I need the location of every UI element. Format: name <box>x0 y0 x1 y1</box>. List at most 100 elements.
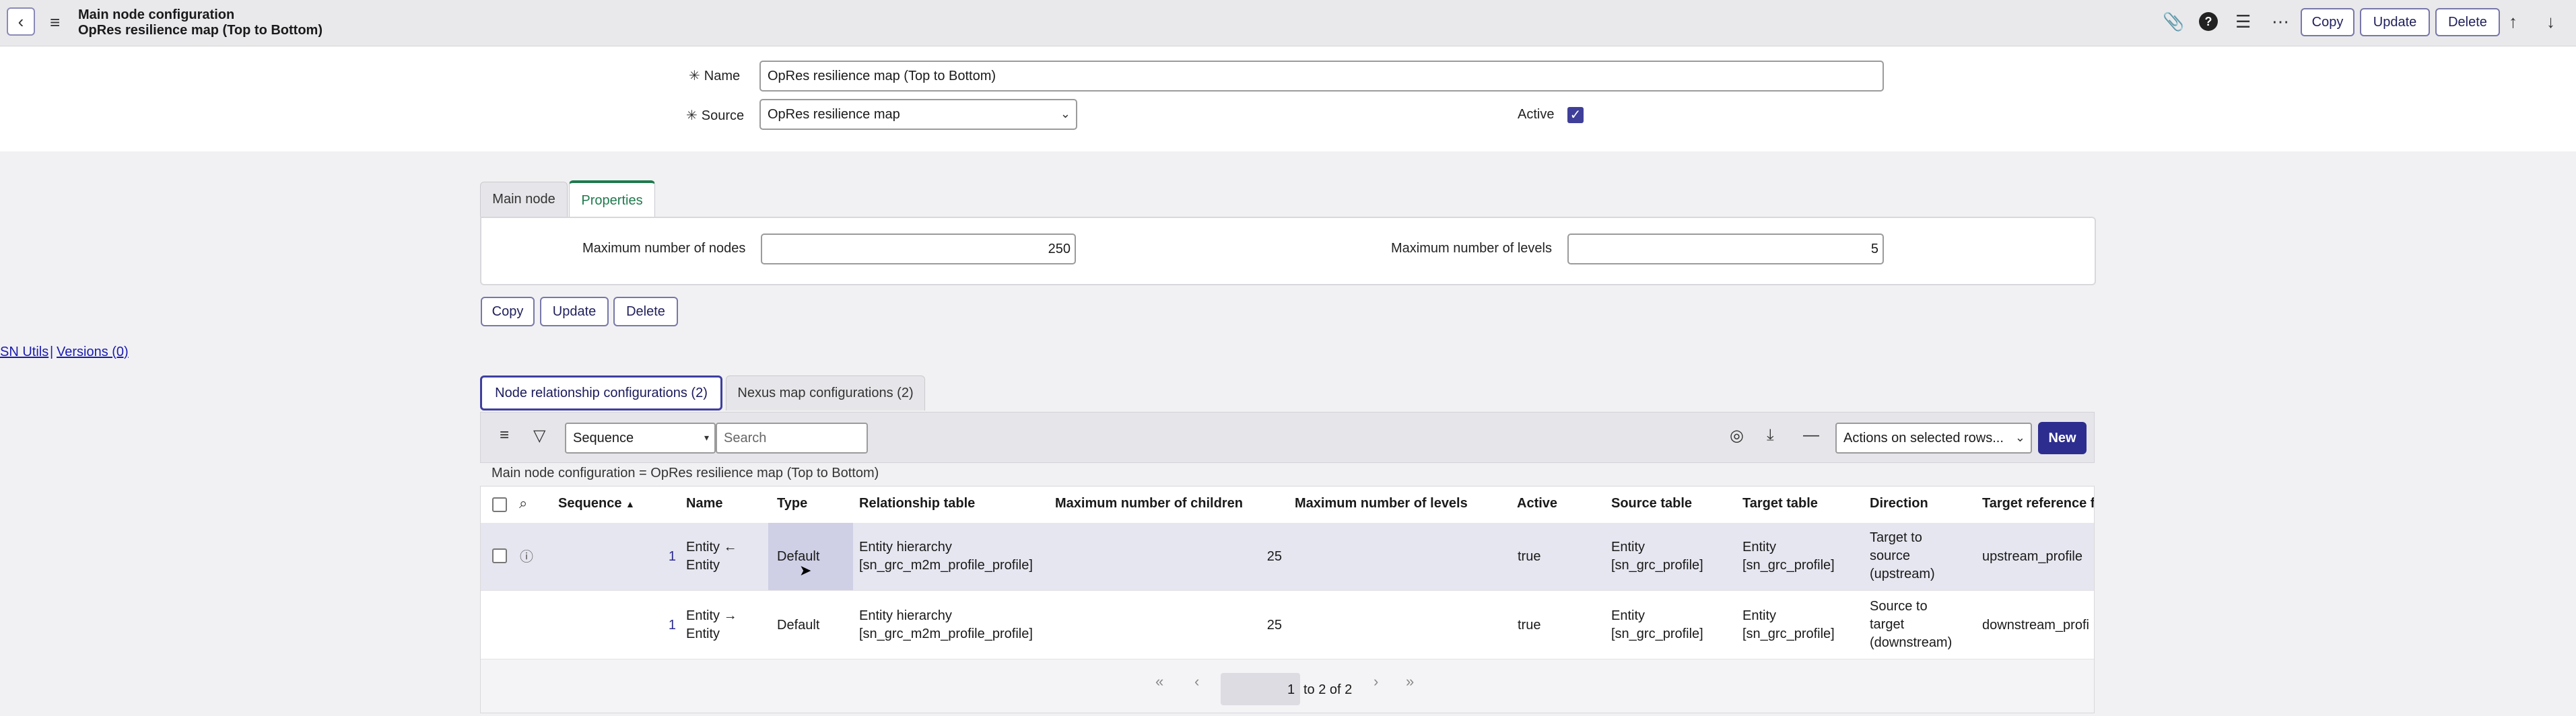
mandatory-icon: ✳ <box>686 108 698 123</box>
copy-button[interactable]: Copy <box>481 297 535 326</box>
source-label: ✳ Source <box>686 108 745 123</box>
sn-utils-separator: | <box>50 345 54 359</box>
list-menu-icon[interactable]: ≡ <box>500 426 509 445</box>
download-icon[interactable]: ⤓ <box>1767 426 1774 445</box>
max-levels-field[interactable]: 5 <box>1567 234 1884 264</box>
target-reference-cell: upstream_profile <box>1982 549 2082 564</box>
column-header-max-children[interactable]: Maximum number of children <box>1055 496 1243 511</box>
help-icon[interactable]: ? <box>2199 12 2218 31</box>
column-header-max-levels[interactable]: Maximum number of levels <box>1295 496 1468 511</box>
active-cell: true <box>1518 618 1541 633</box>
max-nodes-field[interactable]: 250 <box>761 234 1076 264</box>
back-icon: ‹ <box>18 11 24 32</box>
filter-icon[interactable]: ▽ <box>533 426 545 445</box>
max-nodes-label: Maximum number of nodes <box>582 241 746 256</box>
name-field[interactable]: OpRes resilience map (Top to Bottom) <box>759 61 1884 92</box>
header-update-button[interactable]: Update <box>2360 8 2430 36</box>
actions-select-value: Actions on selected rows... <box>1843 430 2004 445</box>
paperclip-icon[interactable]: 📎 <box>2163 11 2184 32</box>
source-table-cell-line1: Entity <box>1611 608 1646 623</box>
column-header-relationship-table[interactable]: Relationship table <box>859 496 975 511</box>
form-header: ‹ ≡ Main node configuration OpRes resili… <box>0 0 2576 46</box>
source-table-cell-line2: [sn_grc_profile] <box>1611 626 1703 641</box>
search-field-select[interactable]: Sequence ▾ <box>565 423 716 454</box>
arrow-down-icon[interactable]: ↓ <box>2546 11 2555 32</box>
active-cell: true <box>1518 549 1541 564</box>
target-reference-cell: downstream_profi <box>1982 618 2089 633</box>
active-label: Active <box>1518 107 1555 122</box>
row-checkbox[interactable] <box>492 548 507 563</box>
tab-nexus-map-configurations[interactable]: Nexus map configurations (2) <box>726 375 925 410</box>
column-header-name[interactable]: Name <box>686 496 722 511</box>
last-page-icon[interactable]: » <box>1406 673 1414 690</box>
direction-cell-line2: target <box>1870 617 1905 632</box>
name-cell-line1: Entity ← <box>686 540 737 554</box>
source-select[interactable]: OpRes resilience map ⌄ <box>759 99 1077 130</box>
collapse-icon[interactable]: — <box>1803 426 1819 445</box>
direction-cell-line3: (downstream) <box>1870 635 1953 650</box>
sequence-cell[interactable]: 1 <box>658 616 676 635</box>
personalize-icon[interactable]: ◎ <box>1730 426 1744 445</box>
list-toolbar: ≡ ▽ Sequence ▾ Search ◎ ⤓ — Actions on s… <box>480 412 2095 463</box>
direction-cell-line3: (upstream) <box>1870 567 1935 581</box>
column-header-target-reference[interactable]: Target reference f <box>1982 496 2094 511</box>
arrow-up-icon[interactable]: ↑ <box>2509 11 2517 32</box>
target-table-cell-line2: [sn_grc_profile] <box>1742 626 1835 641</box>
actions-select[interactable]: Actions on selected rows... ⌄ <box>1835 423 2032 454</box>
update-button[interactable]: Update <box>540 297 609 326</box>
column-header-source-table[interactable]: Source table <box>1611 496 1692 511</box>
column-header-type[interactable]: Type <box>777 496 807 511</box>
type-cell[interactable]: Default <box>777 548 819 566</box>
source-table-cell-line1: Entity <box>1611 540 1646 554</box>
header-title: Main node configuration <box>78 7 235 22</box>
source-table-cell-line2: [sn_grc_profile] <box>1611 558 1703 573</box>
select-all-checkbox[interactable] <box>492 497 507 512</box>
info-icon[interactable]: ⓘ <box>520 546 533 565</box>
search-icon[interactable]: ⌕ <box>519 495 527 512</box>
sequence-cell[interactable]: 1 <box>658 548 676 566</box>
header-copy-button[interactable]: Copy <box>2301 8 2354 36</box>
delete-button[interactable]: Delete <box>613 297 678 326</box>
direction-cell-line1: Source to <box>1870 599 1928 614</box>
active-checkbox[interactable]: ✓ <box>1567 107 1584 123</box>
mandatory-icon: ✳ <box>689 69 700 83</box>
previous-page-icon[interactable]: ‹ <box>1194 673 1199 690</box>
name-cell-line2: Entity <box>686 626 720 641</box>
target-table-cell-line1: Entity <box>1742 608 1777 623</box>
first-page-icon[interactable]: « <box>1155 673 1163 690</box>
max-levels-label: Maximum number of levels <box>1391 241 1552 256</box>
name-cell-line1: Entity → <box>686 608 737 623</box>
caret-down-icon: ▾ <box>704 432 709 443</box>
chevron-down-icon: ⌄ <box>1060 107 1071 120</box>
menu-icon[interactable]: ≡ <box>50 12 60 33</box>
chevron-down-icon: ⌄ <box>2014 431 2025 444</box>
settings-icon[interactable]: ☰ <box>2235 11 2251 32</box>
search-field-value: Sequence <box>573 430 634 445</box>
page-number-value: 1 <box>1287 682 1295 697</box>
target-table-cell-line2: [sn_grc_profile] <box>1742 558 1835 573</box>
name-label: ✳ Name <box>689 69 741 83</box>
more-icon[interactable]: ⋯ <box>2272 11 2289 32</box>
next-page-icon[interactable]: › <box>1374 673 1378 690</box>
column-header-sequence[interactable]: Sequence ▲ <box>558 496 635 511</box>
versions-link[interactable]: Versions (0) <box>57 345 129 360</box>
header-subtitle: OpRes resilience map (Top to Bottom) <box>78 23 323 38</box>
back-button[interactable]: ‹ <box>7 7 35 36</box>
column-header-target-table[interactable]: Target table <box>1742 496 1818 511</box>
type-cell[interactable]: Default <box>777 616 819 635</box>
column-header-direction[interactable]: Direction <box>1870 496 1928 511</box>
search-input[interactable]: Search <box>716 423 868 454</box>
tab-properties[interactable]: Properties <box>569 180 655 218</box>
column-header-active[interactable]: Active <box>1517 496 1557 511</box>
header-delete-button[interactable]: Delete <box>2435 8 2500 36</box>
tab-node-relationship-configurations[interactable]: Node relationship configurations (2) <box>480 375 722 410</box>
sn-utils-link[interactable]: SN Utils <box>0 345 48 360</box>
table-header-row <box>481 487 2094 524</box>
max-children-cell: 25 <box>1266 549 1282 564</box>
table-row[interactable] <box>481 523 2094 590</box>
relationship-cell-line1: Entity hierarchy <box>859 608 952 623</box>
name-cell-line2: Entity <box>686 558 720 573</box>
new-button[interactable]: New <box>2038 422 2087 454</box>
max-children-cell: 25 <box>1266 618 1282 633</box>
tab-main-node[interactable]: Main node <box>480 182 568 217</box>
